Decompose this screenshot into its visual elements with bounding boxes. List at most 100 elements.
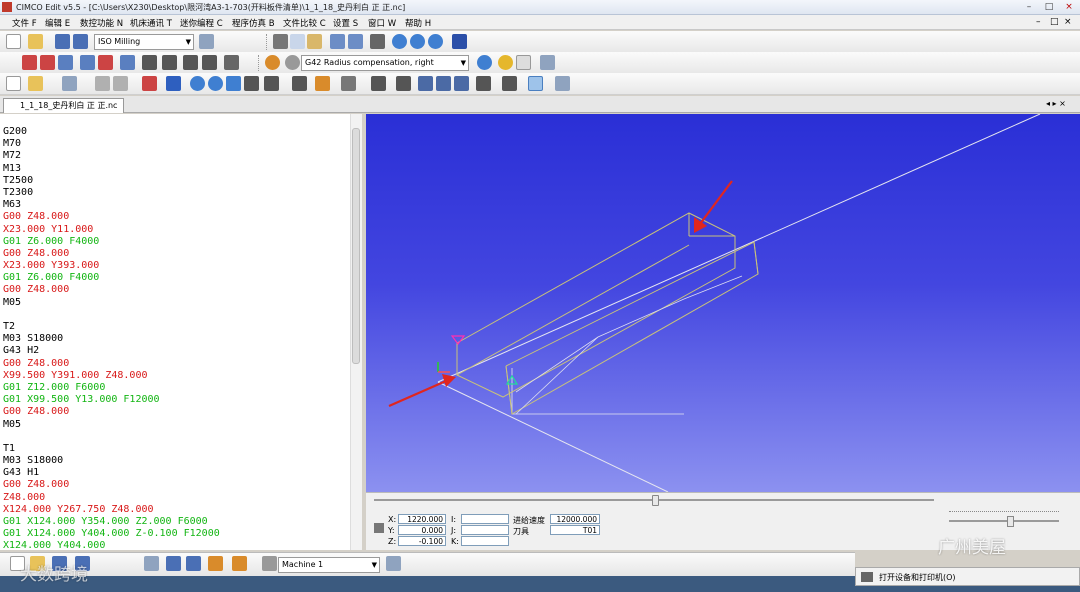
step-icon[interactable] <box>341 76 356 91</box>
code-line[interactable]: X23.000 Y393.000 <box>3 260 220 272</box>
menu-settings[interactable]: 设置 S <box>333 17 358 29</box>
rotate-icon[interactable] <box>142 55 157 70</box>
code-line[interactable]: T2300 <box>3 187 220 199</box>
code-line[interactable]: G01 Z6.000 F4000 <box>3 272 220 284</box>
pan-icon[interactable] <box>244 76 259 91</box>
code-line[interactable]: G00 Z48.000 <box>3 284 220 296</box>
dnc-setup-icon[interactable] <box>232 556 247 571</box>
code-line[interactable]: M05 <box>3 419 220 431</box>
zoom-in-icon[interactable] <box>190 76 205 91</box>
code-line[interactable]: G00 Z48.000 <box>3 406 220 418</box>
code-line[interactable]: T1 <box>3 443 220 455</box>
table-icon[interactable] <box>516 55 531 70</box>
clear-icon[interactable] <box>142 76 157 91</box>
toolbar-grip[interactable] <box>258 55 261 71</box>
maximize-button[interactable]: □ <box>1040 1 1058 13</box>
menu-file[interactable]: 文件 F <box>12 17 37 29</box>
doc-properties-icon[interactable] <box>199 34 214 49</box>
menu-simulation[interactable]: 程序仿真 B <box>232 17 275 29</box>
code-line[interactable]: G01 Z12.000 F6000 <box>3 382 220 394</box>
cursor-icon[interactable] <box>371 76 386 91</box>
code-line[interactable]: X99.500 Y391.000 Z48.000 <box>3 370 220 382</box>
undo-icon[interactable] <box>330 34 345 49</box>
arc-icon[interactable] <box>202 55 217 70</box>
toolbar-grip[interactable] <box>266 34 269 50</box>
speed-slider-knob[interactable] <box>1007 516 1014 527</box>
doc-restore-button[interactable]: □ <box>1050 17 1059 27</box>
code-line[interactable]: X124.000 Y267.750 Z48.000 <box>3 504 220 516</box>
code-line[interactable]: X124.000 Y404.000 <box>3 540 220 550</box>
view-top-icon[interactable] <box>436 76 451 91</box>
find-next-icon[interactable] <box>410 34 425 49</box>
code-line[interactable]: M05 <box>3 297 220 309</box>
menu-window[interactable]: 窗口 W <box>368 17 396 29</box>
machine-select[interactable]: Machine 1 ▼ <box>278 557 380 573</box>
close-button[interactable]: × <box>1060 1 1078 13</box>
code-line[interactable] <box>3 431 220 443</box>
menu-machine-comm[interactable]: 机床通讯 T <box>130 17 172 29</box>
tool-list-icon[interactable] <box>113 76 128 91</box>
find-icon[interactable] <box>392 34 407 49</box>
view-front-icon[interactable] <box>418 76 433 91</box>
redo-icon[interactable] <box>348 34 363 49</box>
code-line[interactable]: Z48.000 <box>3 492 220 504</box>
code-line[interactable]: G01 Z6.000 F4000 <box>3 236 220 248</box>
code-line[interactable]: G00 Z48.000 <box>3 358 220 370</box>
backplot-properties-icon[interactable] <box>555 76 570 91</box>
code-line[interactable]: T2500 <box>3 175 220 187</box>
save-all-icon[interactable] <box>73 34 88 49</box>
isometric-view-icon[interactable] <box>528 76 543 91</box>
new-file-icon[interactable] <box>6 34 21 49</box>
cube-icon[interactable] <box>265 55 280 70</box>
menu-nc-functions[interactable]: 数控功能 N <box>80 17 123 29</box>
dnc-machine-icon[interactable] <box>208 556 223 571</box>
renumber-icon[interactable] <box>22 55 37 70</box>
simulate-icon[interactable] <box>315 76 330 91</box>
code-line[interactable]: X23.000 Y11.000 <box>3 224 220 236</box>
doc-close-button[interactable]: × <box>1064 17 1072 27</box>
save-icon[interactable] <box>55 34 70 49</box>
doc-minimize-button[interactable]: – <box>1036 17 1041 27</box>
code-line[interactable]: M03 S18000 <box>3 455 220 467</box>
menu-help[interactable]: 帮助 H <box>405 17 431 29</box>
speed-slider[interactable] <box>949 520 1059 522</box>
dnc-stop-icon[interactable] <box>144 556 159 571</box>
math-icon[interactable] <box>224 55 239 70</box>
properties-icon[interactable] <box>540 55 555 70</box>
view-side-icon[interactable] <box>454 76 469 91</box>
remove-numbers-icon[interactable] <box>40 55 55 70</box>
scale-icon[interactable] <box>183 55 198 70</box>
lightbulb-icon[interactable] <box>498 55 513 70</box>
paste-icon[interactable] <box>307 34 322 49</box>
tool-icon[interactable] <box>95 76 110 91</box>
code-line[interactable]: G200 <box>3 126 220 138</box>
wire-icon[interactable] <box>502 76 517 91</box>
backplot-open-icon[interactable] <box>28 76 43 91</box>
mirror-icon[interactable] <box>120 55 135 70</box>
code-line[interactable]: M72 <box>3 150 220 162</box>
code-line[interactable]: M13 <box>3 163 220 175</box>
gear-icon[interactable] <box>285 55 300 70</box>
open-folder-icon[interactable] <box>28 34 43 49</box>
code-line[interactable]: G00 Z48.000 <box>3 211 220 223</box>
editor-scrollbar-thumb[interactable] <box>352 128 360 364</box>
code-line[interactable]: G01 X124.000 Y404.000 Z-0.100 F12000 <box>3 528 220 540</box>
code-line[interactable]: T2 <box>3 321 220 333</box>
measure-icon[interactable] <box>292 76 307 91</box>
menu-mini-programming[interactable]: 迷你编程 C <box>180 17 223 29</box>
code-editor[interactable]: G200 M70 M72 M13 T2500 T2300 M63 G00 Z48.000 X23… <box>0 114 362 550</box>
filter-icon[interactable] <box>396 76 411 91</box>
menu-edit[interactable]: 编辑 E <box>45 17 70 29</box>
code-line[interactable]: M70 <box>3 138 220 150</box>
printer-menu-item[interactable]: 打开设备和打印机(O) <box>855 567 1080 586</box>
backplot-viewport[interactable] <box>366 114 1080 492</box>
code-line[interactable]: G01 X124.000 Y354.000 Z2.000 F6000 <box>3 516 220 528</box>
axis-icon[interactable] <box>476 76 491 91</box>
remove-blocks-icon[interactable] <box>98 55 113 70</box>
code-line[interactable]: G43 H2 <box>3 345 220 357</box>
remove-spaces-icon[interactable] <box>80 55 95 70</box>
dnc-queue-icon[interactable] <box>186 556 201 571</box>
code-line[interactable]: G00 Z48.000 <box>3 248 220 260</box>
code-line[interactable]: G43 H1 <box>3 467 220 479</box>
search-icon[interactable] <box>477 55 492 70</box>
